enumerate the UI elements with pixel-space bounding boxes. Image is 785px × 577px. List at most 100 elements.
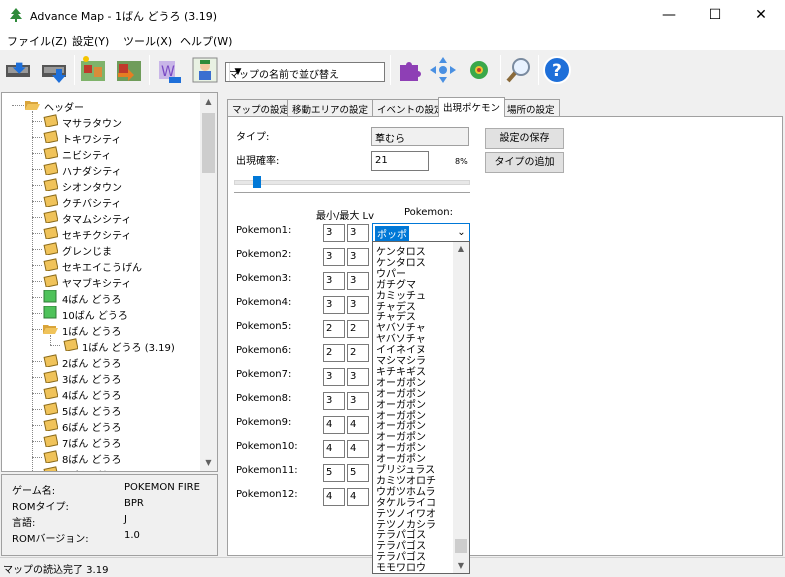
map-folder-icon bbox=[63, 338, 78, 351]
map-folder-icon bbox=[43, 194, 58, 207]
help-icon[interactable]: ? bbox=[542, 55, 572, 85]
chevron-down-icon: ⌄ bbox=[457, 227, 466, 238]
max-level-input[interactable]: 3 bbox=[347, 248, 369, 266]
max-level-input[interactable]: 3 bbox=[347, 224, 369, 242]
wild-pokemon-icon[interactable]: W bbox=[155, 55, 185, 85]
tree-connector bbox=[32, 281, 42, 282]
tab-movement-area[interactable]: 移動エリアの設定 bbox=[287, 99, 374, 116]
min-level-input[interactable]: 4 bbox=[323, 416, 345, 434]
scroll-up-icon[interactable]: ▲ bbox=[200, 93, 217, 110]
language-value: J bbox=[124, 514, 127, 525]
tree-connector bbox=[32, 377, 42, 378]
menu-settings[interactable]: 設定(Y) bbox=[72, 33, 109, 49]
search-icon[interactable] bbox=[504, 55, 534, 85]
dropdown-option[interactable]: モモワロウ bbox=[376, 559, 426, 573]
tree-item-label: ニビシティ bbox=[62, 151, 112, 162]
move-icon[interactable] bbox=[428, 55, 458, 85]
tree-item-label: シオンタウン bbox=[62, 183, 122, 194]
min-level-input[interactable]: 3 bbox=[323, 392, 345, 410]
dropdown-scrollbar[interactable]: ▲ ▼ bbox=[453, 242, 469, 573]
map-green-icon bbox=[43, 290, 57, 303]
save-settings-button[interactable]: 設定の保存 bbox=[485, 128, 564, 149]
min-level-input[interactable]: 3 bbox=[323, 272, 345, 290]
min-level-value: 2 bbox=[326, 347, 333, 358]
menu-help[interactable]: ヘルプ(W) bbox=[180, 33, 232, 49]
type-select[interactable]: 草むら ⌄ bbox=[371, 127, 469, 146]
rate-slider-thumb[interactable] bbox=[253, 176, 261, 188]
save-rom-icon[interactable] bbox=[40, 55, 70, 85]
tree-item-label: クチバシティ bbox=[62, 199, 122, 210]
pokemon-slot-label: Pokemon11: bbox=[236, 465, 298, 476]
tab-map-settings[interactable]: マップの設定 bbox=[227, 99, 295, 116]
max-level-input[interactable]: 2 bbox=[347, 320, 369, 338]
add-type-button[interactable]: タイプの追加 bbox=[485, 152, 564, 173]
max-level-input[interactable]: 3 bbox=[347, 392, 369, 410]
map-folder-icon bbox=[43, 242, 58, 255]
min-level-value: 3 bbox=[326, 227, 333, 238]
min-level-input[interactable]: 3 bbox=[323, 248, 345, 266]
map-folder-icon bbox=[43, 162, 58, 175]
pokemon-slot-label: Pokemon9: bbox=[236, 417, 292, 428]
import-export-icon[interactable] bbox=[114, 55, 144, 85]
min-level-input[interactable]: 4 bbox=[323, 440, 345, 458]
tree-connector bbox=[32, 393, 42, 394]
min-level-input[interactable]: 5 bbox=[323, 464, 345, 482]
max-level-input[interactable]: 5 bbox=[347, 464, 369, 482]
tree-connector bbox=[12, 105, 24, 106]
chevron-down-icon: ⌄ bbox=[375, 129, 384, 140]
min-level-input[interactable]: 3 bbox=[323, 224, 345, 242]
max-level-value: 4 bbox=[350, 491, 357, 502]
close-button[interactable]: ✕ bbox=[738, 0, 784, 30]
max-level-input[interactable]: 2 bbox=[347, 344, 369, 362]
map-tree[interactable]: ヘッダー マサラタウン トキワシティ ニビシティ ハナダシティ シオンタウン クチバシティタ… bbox=[1, 92, 218, 472]
min-level-input[interactable]: 3 bbox=[323, 368, 345, 386]
scroll-thumb[interactable] bbox=[455, 539, 467, 553]
scroll-thumb[interactable] bbox=[202, 113, 215, 173]
min-level-input[interactable]: 2 bbox=[323, 320, 345, 338]
max-level-input[interactable]: 4 bbox=[347, 416, 369, 434]
maximize-button[interactable]: ☐ bbox=[692, 0, 738, 30]
menu-tools[interactable]: ツール(X) bbox=[123, 33, 172, 49]
tree-item-label: セキチクシティ bbox=[62, 231, 132, 242]
pokemon-slot-label: Pokemon3: bbox=[236, 273, 292, 284]
trainer-icon[interactable] bbox=[190, 55, 220, 85]
max-level-value: 4 bbox=[350, 419, 357, 430]
tree-connector bbox=[32, 425, 42, 426]
min-level-input[interactable]: 3 bbox=[323, 296, 345, 314]
scroll-down-icon[interactable]: ▼ bbox=[453, 559, 469, 573]
scroll-down-icon[interactable]: ▼ bbox=[200, 454, 217, 471]
max-level-input[interactable]: 3 bbox=[347, 296, 369, 314]
rate-slider-track[interactable] bbox=[234, 180, 470, 185]
minimize-button[interactable]: — bbox=[646, 0, 692, 30]
tab-location[interactable]: 場所の設定 bbox=[502, 99, 560, 116]
map-icon[interactable] bbox=[78, 55, 108, 85]
min-level-value: 4 bbox=[326, 443, 333, 454]
sort-select[interactable]: マップの名前で並び替え ▼ bbox=[225, 62, 385, 82]
pokemon1-select[interactable]: ポッポ ⌄ bbox=[372, 223, 470, 242]
max-level-value: 2 bbox=[350, 347, 357, 358]
max-level-input[interactable]: 3 bbox=[347, 368, 369, 386]
rom-info-panel: ゲーム名: POKEMON FIRE ROMタイプ: BPR 言語: J ROM… bbox=[1, 474, 218, 556]
map-folder-icon bbox=[43, 386, 58, 399]
puzzle-icon[interactable] bbox=[394, 55, 424, 85]
min-level-input[interactable]: 4 bbox=[323, 488, 345, 506]
max-level-input[interactable]: 4 bbox=[347, 488, 369, 506]
folder-open-icon bbox=[25, 101, 40, 110]
menu-file[interactable]: ファイル(Z) bbox=[7, 33, 67, 49]
min-level-value: 3 bbox=[326, 371, 333, 382]
tab-wild-pokemon[interactable]: 出現ポケモン bbox=[438, 97, 506, 117]
min-level-input[interactable]: 2 bbox=[323, 344, 345, 362]
tree-item-label: 3ばん どうろ bbox=[62, 375, 122, 386]
tree-item-label: 4ばん どうろ bbox=[62, 295, 122, 306]
tree-scrollbar[interactable]: ▲ ▼ bbox=[200, 93, 217, 471]
scroll-up-icon[interactable]: ▲ bbox=[453, 242, 469, 256]
max-level-input[interactable]: 4 bbox=[347, 440, 369, 458]
max-level-value: 3 bbox=[350, 299, 357, 310]
pokemon-dropdown-list[interactable]: ケンタロス ケンタロス ウパー ガチグマ カミッチュ チャデス チャデス ヤバソチャ ヤバソチャ… bbox=[372, 241, 470, 574]
max-level-input[interactable]: 3 bbox=[347, 272, 369, 290]
map-folder-icon bbox=[43, 114, 58, 127]
rate-input[interactable]: 21 bbox=[371, 151, 429, 171]
load-rom-icon[interactable] bbox=[4, 55, 34, 85]
rom-version-label: ROMバージョン: bbox=[12, 534, 89, 545]
grass-icon[interactable] bbox=[464, 55, 494, 85]
